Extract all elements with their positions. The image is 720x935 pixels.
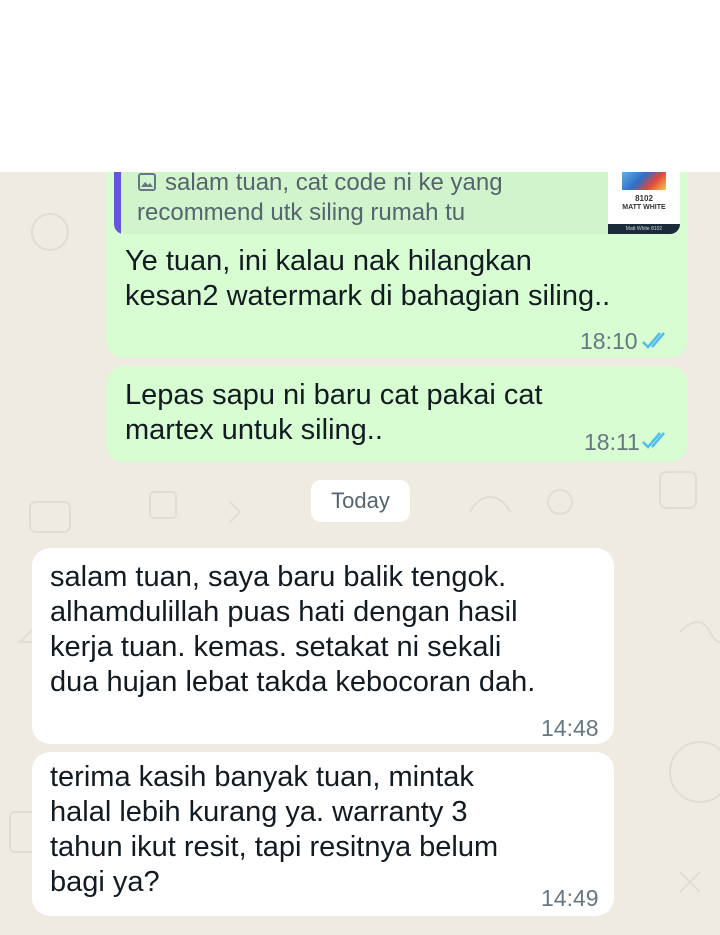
quoted-reply[interactable]: salam tuan, cat code ni ke yang recommen…: [114, 172, 680, 234]
top-blank-area: [0, 0, 720, 172]
thumb-code: 8102: [635, 194, 653, 203]
chat-area[interactable]: salam tuan, cat code ni ke yang recommen…: [0, 172, 720, 935]
quoted-image-thumbnail[interactable]: 8102 MATT WHITE Matt White 8102: [608, 172, 680, 234]
message-time: 18:10: [580, 328, 638, 354]
message-time: 18:11: [584, 429, 640, 455]
read-ticks-icon: [642, 432, 665, 449]
message-text: terima kasih banyak tuan, mintak halal l…: [50, 761, 499, 898]
image-icon: [138, 173, 156, 191]
quote-accent-bar: [114, 172, 121, 234]
message-text: salam tuan, saya baru balik tengok. alha…: [50, 561, 536, 698]
thumb-name: MATT WHITE: [622, 204, 666, 211]
date-divider: Today: [311, 480, 410, 522]
message-time: 14:49: [541, 885, 599, 911]
read-ticks-icon: [642, 332, 665, 349]
quoted-text: salam tuan, cat code ni ke yang recommen…: [137, 172, 503, 226]
paint-swatch-image: [622, 172, 666, 190]
message-time: 14:48: [541, 715, 599, 741]
message-text: Lepas sapu ni baru cat pakai cat martex …: [125, 379, 543, 446]
thumb-footer: Matt White 8102: [608, 224, 680, 234]
message-text: Ye tuan, ini kalau nak hilangkan kesan2 …: [125, 245, 611, 312]
